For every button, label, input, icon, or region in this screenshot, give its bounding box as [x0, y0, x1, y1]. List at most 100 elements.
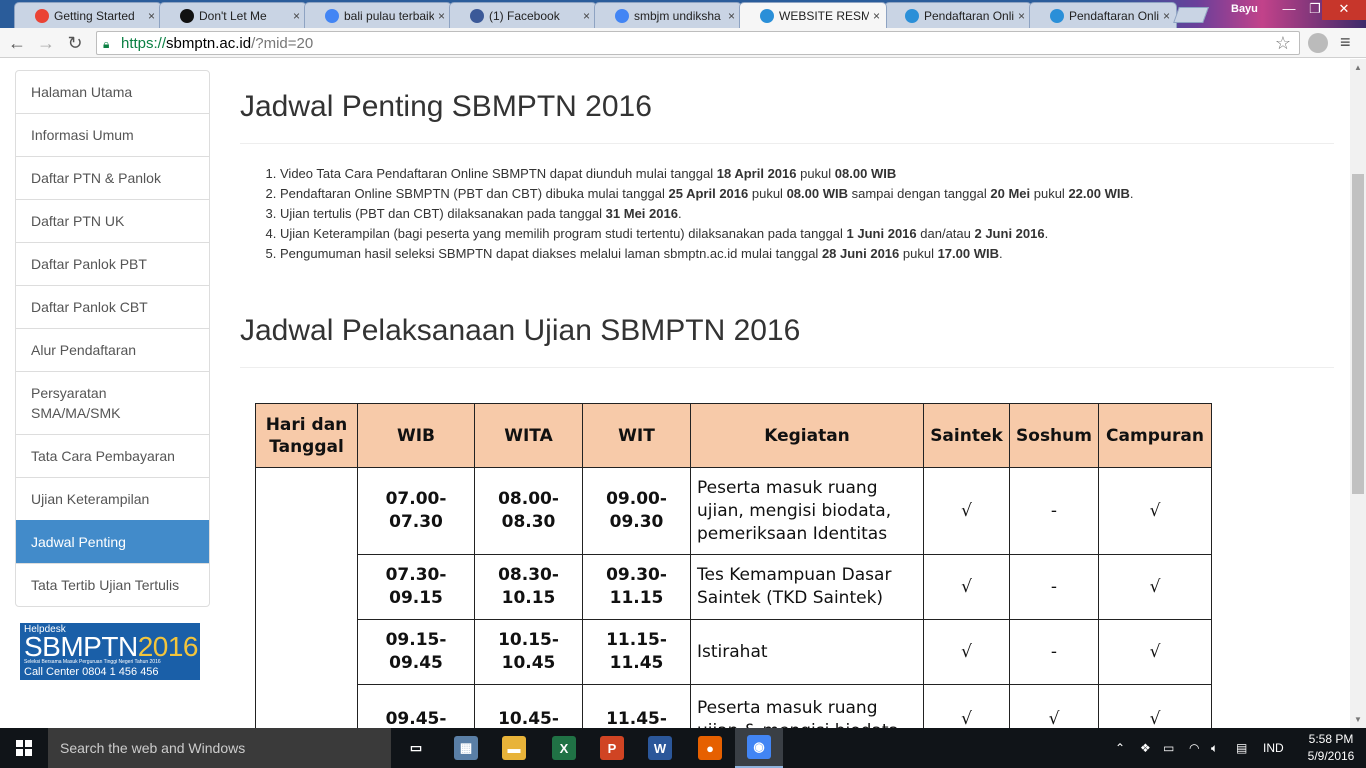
close-tab-icon[interactable]: × [438, 9, 445, 23]
chrome-menu-icon[interactable]: ≡ [1340, 32, 1351, 53]
file-explorer-icon[interactable]: ▬ [490, 728, 538, 768]
browser-tab[interactable]: (1) Facebook × [449, 2, 597, 28]
schedule-highlight: 28 Juni 2016 [821, 246, 900, 261]
schedule-highlight: 18 April 2016 [716, 166, 797, 181]
action-center-icon[interactable]: ▤ [1236, 728, 1247, 768]
mark-cell: √ [1098, 619, 1212, 685]
sidebar-item[interactable]: Jadwal Penting [16, 520, 209, 563]
tab-title: (1) Facebook [489, 8, 560, 23]
sidebar-item[interactable]: Daftar PTN & Panlok [16, 156, 209, 199]
address-bar[interactable]: 🔒︎ https://sbmptn.ac.id/?mid=20 ☆ [96, 31, 1300, 55]
sidebar-item[interactable]: Daftar Panlok CBT [16, 285, 209, 328]
excel-icon[interactable]: X [540, 728, 588, 768]
close-tab-icon[interactable]: × [1163, 9, 1170, 23]
back-icon[interactable]: ← [6, 32, 28, 54]
show-hidden-icons-icon[interactable]: ⌃ [1115, 728, 1125, 768]
schedule-text: Ujian tertulis (PBT dan CBT) dilaksanaka… [280, 206, 606, 221]
page-viewport: Halaman Utama Informasi Umum Daftar PTN & … [0, 59, 1350, 728]
new-tab-button[interactable] [1173, 7, 1209, 23]
forward-icon[interactable]: → [35, 32, 57, 54]
battery-icon[interactable]: ▭ [1163, 728, 1174, 768]
close-tab-icon[interactable]: × [583, 9, 590, 23]
activity-cell: Peserta masuk ruang ujian, mengisi bioda… [690, 467, 924, 555]
mark-cell: √ [923, 619, 1010, 685]
volume-icon[interactable]: 🔈︎ [1211, 728, 1218, 768]
browser-tab[interactable]: Pendaftaran Onli × [884, 2, 1032, 28]
chrome-icon[interactable]: ◉ [735, 728, 783, 768]
vertical-scrollbar[interactable]: ▲ ▼ [1350, 59, 1366, 728]
dropbox-icon[interactable]: ❖ [1140, 728, 1151, 768]
schedule-item: Ujian Keterampilan (bagi peserta yang me… [280, 224, 1133, 244]
close-tab-icon[interactable]: × [293, 9, 300, 23]
page-title: Jadwal Penting SBMPTN 2016 [240, 90, 652, 123]
sidebar-item[interactable]: Daftar Panlok PBT [16, 242, 209, 285]
browser-tab[interactable]: bali pulau terbaik × [304, 2, 452, 28]
sidebar-item[interactable]: Daftar PTN UK [16, 199, 209, 242]
lock-icon: 🔒︎ [103, 36, 110, 51]
scrollbar-thumb[interactable] [1352, 174, 1364, 494]
system-clock[interactable]: 5:58 PM 5/9/2016 [1296, 731, 1366, 765]
sidebar-item[interactable]: Ujian Keterampilan [16, 477, 209, 520]
browser-tab[interactable]: WEBSITE RESMI S × [739, 2, 887, 28]
scroll-down-icon[interactable]: ▼ [1354, 715, 1362, 724]
scroll-up-icon[interactable]: ▲ [1354, 63, 1362, 72]
app-glyph: ● [698, 736, 722, 760]
input-language[interactable]: IND [1263, 728, 1284, 768]
sidebar-item[interactable]: Tata Cara Pembayaran [16, 434, 209, 477]
schedule-text: pukul [1030, 186, 1069, 201]
wifi-icon[interactable]: ◠ [1189, 728, 1199, 768]
app-glyph: W [648, 736, 672, 760]
schedule-text: . [677, 206, 682, 221]
task-view-icon[interactable]: ▭ [392, 728, 440, 768]
helpdesk-banner[interactable]: Helpdesk SBMPTN2016 Seleksi Bersama Masu… [20, 623, 200, 680]
close-tab-icon[interactable]: × [873, 9, 880, 23]
url-path: /?mid=20 [251, 34, 314, 52]
word-icon[interactable]: W [636, 728, 684, 768]
close-window-icon[interactable]: ✕ [1322, 0, 1366, 20]
sidebar-item[interactable]: Persyaratan SMA/MA/SMK [16, 371, 209, 434]
taskbar-search-input[interactable]: Search the web and Windows [48, 728, 391, 768]
powerpoint-icon[interactable]: P [588, 728, 636, 768]
table-header: Hari dan Tanggal [255, 403, 358, 468]
windows-taskbar: Search the web and Windows ▭ ▦ ▬ X P W ● ◉ ⌃ ❖ … [0, 728, 1366, 768]
table-header: Soshum [1009, 403, 1099, 468]
close-tab-icon[interactable]: × [728, 9, 735, 23]
app-glyph: ▬ [502, 736, 526, 760]
activity-cell: Peserta masuk ruang ujian & mengisi biod… [690, 684, 924, 728]
sidebar-item[interactable]: Alur Pendaftaran [16, 328, 209, 371]
mark-cell: √ [1009, 684, 1099, 728]
reload-icon[interactable]: ↻ [64, 32, 86, 54]
sidebar-item[interactable]: Informasi Umum [16, 113, 209, 156]
bookmark-star-icon[interactable]: ☆ [1275, 33, 1291, 54]
firefox-icon[interactable]: ● [686, 728, 734, 768]
browser-tab[interactable]: Getting Started × [14, 2, 162, 28]
browser-tab[interactable]: Pendaftaran Onli × [1029, 2, 1177, 28]
time-cell: 10.45- [474, 684, 583, 728]
close-tab-icon[interactable]: × [148, 9, 155, 23]
audio-icon [180, 8, 194, 23]
minimize-icon[interactable]: — [1276, 0, 1302, 20]
schedule-text: . [1129, 186, 1134, 201]
mark-cell: √ [923, 684, 1010, 728]
sidebar-item[interactable]: Tata Tertib Ujian Tertulis [16, 563, 209, 606]
extension-icon[interactable] [1308, 33, 1328, 53]
schedule-text: Pengumuman hasil seleksi SBMPTN dapat di… [280, 246, 822, 261]
photos-icon[interactable]: ▦ [442, 728, 490, 768]
browser-tab[interactable]: Don't Let Me × [159, 2, 307, 28]
divider [240, 367, 1334, 368]
time-cell: 09.45- [357, 684, 475, 728]
tab-title: smbjm undiksha [634, 8, 721, 23]
schedule-text: pukul [748, 186, 787, 201]
schedule-text: dan/atau [916, 226, 975, 241]
day-date-cell [255, 467, 358, 728]
start-button[interactable] [0, 728, 48, 768]
facebook-icon [470, 8, 484, 23]
profile-button[interactable]: Bayu [1231, 3, 1258, 15]
browser-toolbar: ← → ↻ 🔒︎ https://sbmptn.ac.id/?mid=20 ☆ … [0, 28, 1366, 58]
close-tab-icon[interactable]: × [1018, 9, 1025, 23]
table-row: 07.30-09.15 08.30-10.15 09.30-11.15 Tes Kem… [256, 554, 1212, 620]
sidebar-item[interactable]: Halaman Utama [16, 71, 209, 113]
schedule-highlight: 08.00 WIB [786, 186, 848, 201]
url-host: sbmptn.ac.id [166, 34, 252, 52]
browser-tab[interactable]: smbjm undiksha × [594, 2, 742, 28]
